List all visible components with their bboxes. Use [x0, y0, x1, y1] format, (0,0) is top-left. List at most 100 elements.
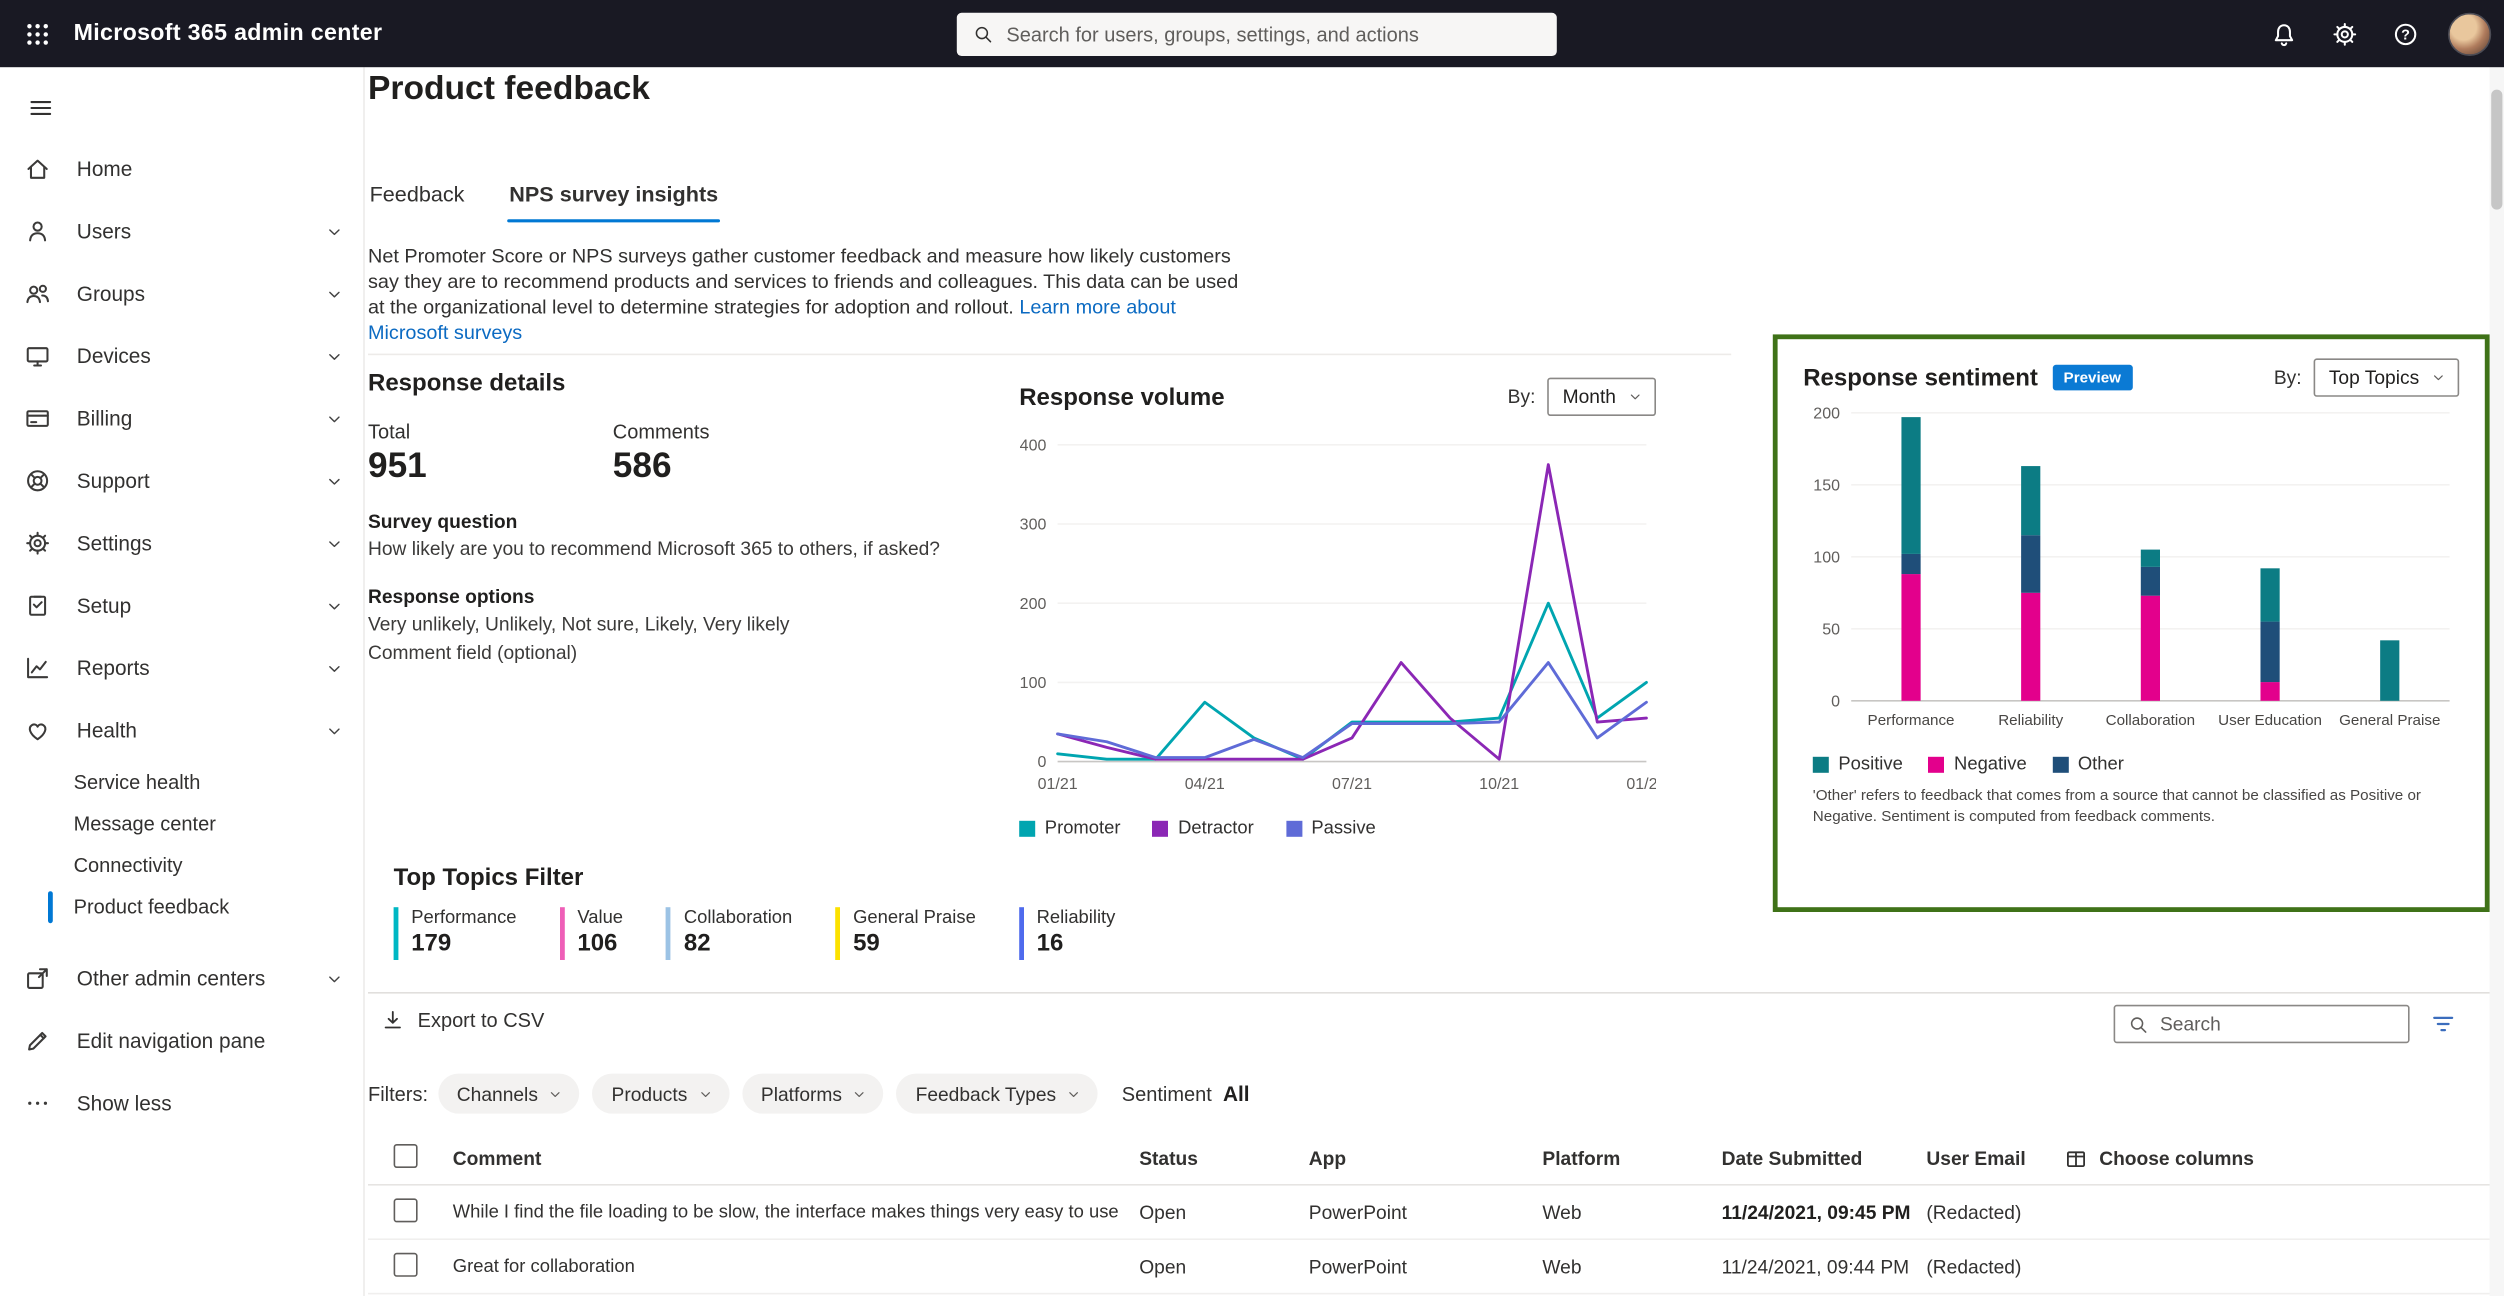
nav-collapse-button[interactable] [13, 80, 67, 134]
export-to-csv-button[interactable]: Export to CSV [381, 1008, 545, 1032]
top-topics-heading: Top Topics Filter [394, 864, 1159, 891]
cell-platform: Web [1531, 1201, 1710, 1223]
sidebar-item-label: Health [77, 718, 325, 742]
select-all-checkbox[interactable] [394, 1144, 418, 1168]
help-button[interactable]: ? [2378, 6, 2432, 60]
sidebar-item-service-health[interactable]: Service health [0, 762, 363, 804]
scrollbar-thumb[interactable] [2491, 90, 2502, 210]
filter-pill-platforms[interactable]: Platforms [742, 1074, 884, 1114]
filter-pill-channels[interactable]: Channels [438, 1074, 580, 1114]
sidebar-item-users[interactable]: Users [0, 200, 363, 262]
svg-text:100: 100 [1813, 549, 1840, 566]
col-platform[interactable]: Platform [1531, 1147, 1710, 1169]
sidebar-item-billing[interactable]: Billing [0, 387, 363, 449]
response-sentiment-chart: 050100150200PerformanceReliabilityCollab… [1803, 397, 2459, 736]
sidebar-item-settings[interactable]: Settings [0, 512, 363, 574]
account-avatar[interactable] [2448, 12, 2491, 55]
row-checkbox[interactable] [394, 1198, 418, 1222]
tab-feedback[interactable]: Feedback [368, 176, 466, 222]
sidebar-item-support[interactable]: Support [0, 450, 363, 512]
col-comment[interactable]: Comment [442, 1147, 1128, 1169]
filter-button[interactable] [2429, 1010, 2458, 1039]
columns-icon [2064, 1146, 2088, 1170]
scrollbar[interactable] [2490, 67, 2504, 1296]
sidebar-item-label: Other admin centers [77, 966, 325, 990]
svg-text:200: 200 [1020, 596, 1047, 613]
topic-filter-performance[interactable]: Performance179 [394, 907, 517, 960]
sidebar-item-label: Reports [77, 656, 325, 680]
sidebar-item-edit-navigation-pane[interactable]: Edit navigation pane [0, 1010, 363, 1072]
sidebar-item-label: Support [77, 469, 325, 493]
svg-text:Collaboration: Collaboration [2106, 712, 2196, 729]
setup-icon [24, 592, 51, 619]
filter-pill-products[interactable]: Products [592, 1074, 729, 1114]
chevron-down-icon [548, 1086, 564, 1102]
svg-text:400: 400 [1020, 437, 1047, 454]
sidebar-item-other-admin-centers[interactable]: Other admin centers [0, 947, 363, 1009]
response-volume-heading: Response volume [1019, 383, 1224, 410]
cell-app: PowerPoint [1298, 1255, 1532, 1277]
feedback-table-body: While I find the file loading to be slow… [368, 1186, 2490, 1295]
table-search-input[interactable]: Search [2114, 1005, 2410, 1043]
chevron-down-icon [325, 284, 344, 303]
response-sentiment-heading: Response sentimentPreview [1803, 364, 2132, 391]
chevron-down-icon [325, 222, 344, 241]
topbar-search-input[interactable]: Search for users, groups, settings, and … [957, 13, 1557, 56]
tab-nps-survey-insights[interactable]: NPS survey insights [508, 176, 720, 222]
sidebar-subitem-label: Connectivity [74, 854, 183, 876]
sidebar-item-label: Setup [77, 594, 325, 618]
cell-app: PowerPoint [1298, 1201, 1532, 1223]
sidebar-item-message-center[interactable]: Message center [0, 803, 363, 845]
chevron-down-icon [2430, 370, 2446, 386]
volume-by-dropdown[interactable]: Month [1547, 378, 1656, 416]
topic-filter-collaboration[interactable]: Collaboration82 [666, 907, 792, 960]
legend-label: Positive [1838, 755, 1902, 774]
col-app[interactable]: App [1298, 1147, 1532, 1169]
filter-pill-feedback-types[interactable]: Feedback Types [896, 1074, 1097, 1114]
col-status[interactable]: Status [1128, 1147, 1298, 1169]
svg-text:Performance: Performance [1868, 712, 1955, 729]
sidebar-item-label: Settings [77, 531, 325, 555]
topic-filter-value[interactable]: Value106 [560, 907, 623, 960]
app-launcher-button[interactable] [0, 0, 74, 67]
topbar: Microsoft 365 admin center Search for us… [0, 0, 2504, 67]
sidebar-item-product-feedback[interactable]: Product feedback [0, 886, 363, 928]
sidebar-item-connectivity[interactable]: Connectivity [0, 845, 363, 887]
survey-question-text: How likely are you to recommend Microsof… [368, 538, 992, 562]
svg-text:Reliability: Reliability [1998, 712, 2063, 729]
by-label: By: [2274, 366, 2302, 388]
notifications-button[interactable] [2256, 6, 2310, 60]
sentiment-filter-value: All [1223, 1082, 1250, 1106]
row-checkbox[interactable] [394, 1252, 418, 1276]
comments-value: 586 [613, 445, 858, 487]
sentiment-filter[interactable]: Sentiment All [1122, 1082, 1250, 1106]
sentiment-by-dropdown[interactable]: Top Topics [2313, 358, 2459, 396]
sidebar-item-groups[interactable]: Groups [0, 262, 363, 324]
sidebar-item-setup[interactable]: Setup [0, 574, 363, 636]
col-date-submitted[interactable]: Date Submitted [1710, 1147, 1915, 1169]
choose-columns-button[interactable]: Choose columns [2064, 1146, 2490, 1170]
topic-filter-reliability[interactable]: Reliability16 [1019, 907, 1115, 960]
response-volume-chart: 010020030040001/2104/2107/2110/2101/22 [1019, 422, 1656, 816]
sidebar-item-reports[interactable]: Reports [0, 637, 363, 699]
topic-value: 82 [684, 930, 792, 957]
ellipsis-icon [24, 1090, 51, 1117]
pill-label: Channels [457, 1082, 538, 1104]
sidebar-item-home[interactable]: Home [0, 138, 363, 200]
cell-date-submitted: 11/24/2021, 09:44 PM [1710, 1255, 1915, 1277]
settings-button[interactable] [2317, 6, 2371, 60]
sidebar-item-devices[interactable]: Devices [0, 325, 363, 387]
chevron-down-icon [325, 596, 344, 615]
pill-label: Platforms [761, 1082, 842, 1104]
table-row[interactable]: While I find the file loading to be slow… [368, 1186, 2490, 1240]
col-user-email[interactable]: User Email [1915, 1147, 2053, 1169]
sidebar-item-label: Users [77, 219, 325, 243]
chevron-down-icon [1066, 1086, 1082, 1102]
sidebar-item-health[interactable]: Health [0, 699, 363, 761]
cell-comment: Great for collaboration [442, 1257, 1128, 1276]
topbar-actions: ? [2256, 0, 2491, 67]
topic-filter-general-praise[interactable]: General Praise59 [835, 907, 975, 960]
sidebar-item-show-less[interactable]: Show less [0, 1072, 363, 1134]
table-row[interactable]: Great for collaborationOpenPowerPointWeb… [368, 1240, 2490, 1294]
download-icon [381, 1008, 405, 1032]
